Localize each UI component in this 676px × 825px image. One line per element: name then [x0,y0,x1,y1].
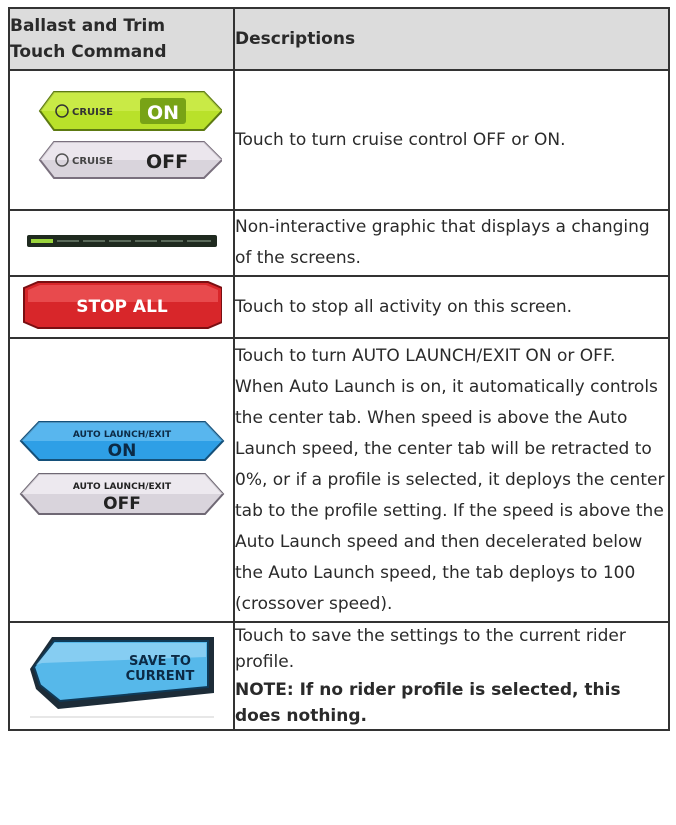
progress-description: Non-interactive graphic that displays a … [233,209,670,277]
auto-launch-buttons: AUTO LAUNCH/EXIT ON AUTO LAUNCH/EXIT OFF [19,421,224,515]
stop-all-label: STOP ALL [76,297,168,317]
header-command: Ballast and Trim Touch Command [8,7,235,71]
cruise-description: Touch to turn cruise control OFF or ON. [233,69,670,211]
save-to-current-button[interactable]: SAVE TO CURRENT [22,629,222,719]
auto-launch-description: Touch to turn AUTO LAUNCH/EXIT ON or OFF… [233,337,670,623]
cruise-on-small-label: CRUISE [72,107,113,118]
ballast-trim-table: Ballast and Trim Touch Command Descripti… [8,7,670,731]
table-row: Non-interactive graphic that displays a … [8,209,670,277]
auto-launch-off-button[interactable]: AUTO LAUNCH/EXIT OFF [19,473,224,515]
auto-launch-icon-cell: AUTO LAUNCH/EXIT ON AUTO LAUNCH/EXIT OFF [8,337,235,623]
header-descriptions: Descriptions [233,7,670,71]
stop-all-icon-cell: STOP ALL [8,275,235,339]
cruise-on-big-label: ON [146,102,178,124]
header-command-line1: Ballast and Trim [10,16,166,36]
table-header-row: Ballast and Trim Touch Command Descripti… [8,7,670,71]
cruise-buttons: CRUISE ON CRUISE OFF [38,91,223,179]
save-description: Touch to save the settings to the curren… [235,626,626,672]
auto-launch-on-small-label: AUTO LAUNCH/EXIT [72,430,171,440]
save-icon-cell: SAVE TO CURRENT [8,621,235,731]
save-label-line2: CURRENT [125,669,194,684]
table-row: STOP ALL Touch to stop all activity on t… [8,275,670,339]
progress-icon-cell [8,209,235,277]
cruise-on-button[interactable]: CRUISE ON [38,91,223,131]
auto-launch-on-big-label: ON [107,441,136,461]
table-row: CRUISE ON CRUISE OFF Touch to turn cruis… [8,69,670,211]
save-note: NOTE: If no rider profile is selected, t… [235,680,621,726]
stop-all-description: Touch to stop all activity on this scree… [233,275,670,339]
screen-progress-graphic [26,235,217,247]
auto-launch-on-button[interactable]: AUTO LAUNCH/EXIT ON [19,421,224,461]
header-command-line2: Touch Command [10,42,167,62]
cruise-off-big-label: OFF [145,151,187,173]
stop-all-button[interactable]: STOP ALL [22,280,223,330]
save-label-line1: SAVE TO [129,654,191,669]
save-description-cell: Touch to save the settings to the curren… [233,621,670,731]
table-row: SAVE TO CURRENT Touch to save the settin… [8,621,670,731]
cruise-off-button[interactable]: CRUISE OFF [38,141,223,179]
cruise-off-small-label: CRUISE [72,156,113,167]
auto-launch-off-big-label: OFF [103,494,141,514]
table-row: AUTO LAUNCH/EXIT ON AUTO LAUNCH/EXIT OFF… [8,337,670,623]
cruise-icon-cell: CRUISE ON CRUISE OFF [8,69,235,211]
auto-launch-off-small-label: AUTO LAUNCH/EXIT [72,482,171,492]
